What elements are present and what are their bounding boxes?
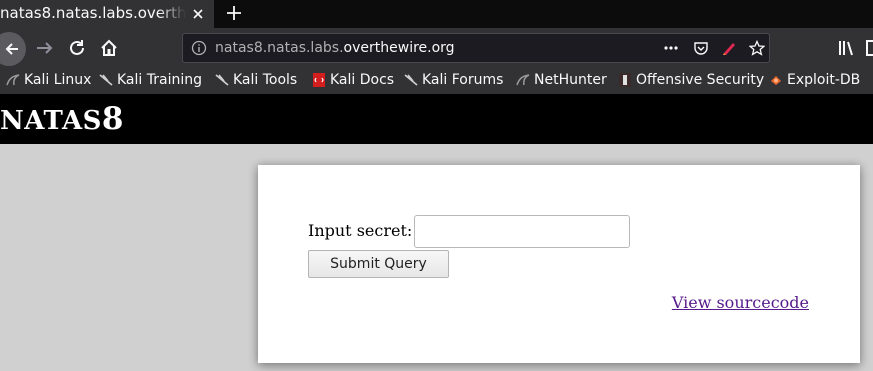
bookmark-label: Kali Docs <box>330 72 395 88</box>
url-bar[interactable]: natas8.natas.labs.overthewire.org <box>182 33 770 63</box>
kali-dragon-icon <box>215 74 229 86</box>
content-box: Input secret: Submit Query View sourceco… <box>258 165 860 363</box>
kali-dragon-icon <box>404 74 418 86</box>
secret-label: Input secret: <box>308 221 413 240</box>
navigation-bar: natas8.natas.labs.overthewire.org <box>0 28 873 68</box>
pocket-icon[interactable] <box>693 40 709 56</box>
close-icon[interactable] <box>190 6 206 22</box>
bookmark-label: Kali Forums <box>422 72 504 88</box>
forward-arrow-icon[interactable] <box>34 37 56 59</box>
url-host: overthewire.org <box>343 40 455 56</box>
submit-query-button[interactable]: Submit Query <box>308 250 449 278</box>
page-header: NATAS8 <box>0 94 873 144</box>
title-number: 8 <box>101 101 124 137</box>
library-icon[interactable] <box>836 37 858 59</box>
title-prefix: NATAS <box>0 106 102 136</box>
sidebar-icon[interactable] <box>864 37 873 59</box>
kali-dragon-icon <box>99 74 113 86</box>
page-title: NATAS8 <box>0 99 124 141</box>
bookmark-label: Offensive Security <box>636 72 765 88</box>
bookmark-label: Kali Tools <box>233 72 298 88</box>
info-icon[interactable] <box>191 40 207 56</box>
url-text: natas8.natas.labs.overthewire.org <box>215 34 455 62</box>
kali-dragon-icon <box>516 74 530 86</box>
bookmark-label: Exploit-DB <box>787 72 861 88</box>
tab-strip: natas8.natas.labs.overthewire.org <box>0 0 873 28</box>
reload-icon[interactable] <box>66 37 88 59</box>
bookmarks-bar: Kali Linux Kali Training Kali Tools Kali… <box>0 68 873 94</box>
exploit-db-icon <box>771 76 781 85</box>
star-icon[interactable] <box>749 40 765 56</box>
docs-icon <box>313 73 325 87</box>
url-prefix: natas8.natas.labs. <box>215 40 344 56</box>
offsec-icon <box>619 73 631 87</box>
more-icon[interactable] <box>663 40 679 56</box>
kali-dragon-icon <box>6 74 20 86</box>
pen-icon[interactable] <box>721 40 737 56</box>
plus-icon[interactable] <box>224 3 244 23</box>
bookmark-label: Kali Training <box>117 72 202 88</box>
back-arrow-icon <box>5 43 18 55</box>
tab-title: natas8.natas.labs.overthewire.org <box>0 4 186 22</box>
bookmark-label: NetHunter <box>534 72 607 88</box>
home-icon[interactable] <box>98 37 120 59</box>
tab-natas8[interactable]: natas8.natas.labs.overthewire.org <box>0 0 214 28</box>
view-sourcecode-link[interactable]: View sourcecode <box>672 293 809 312</box>
back-button[interactable] <box>0 32 26 66</box>
secret-input[interactable] <box>414 215 630 248</box>
bookmark-label: Kali Linux <box>24 72 92 88</box>
